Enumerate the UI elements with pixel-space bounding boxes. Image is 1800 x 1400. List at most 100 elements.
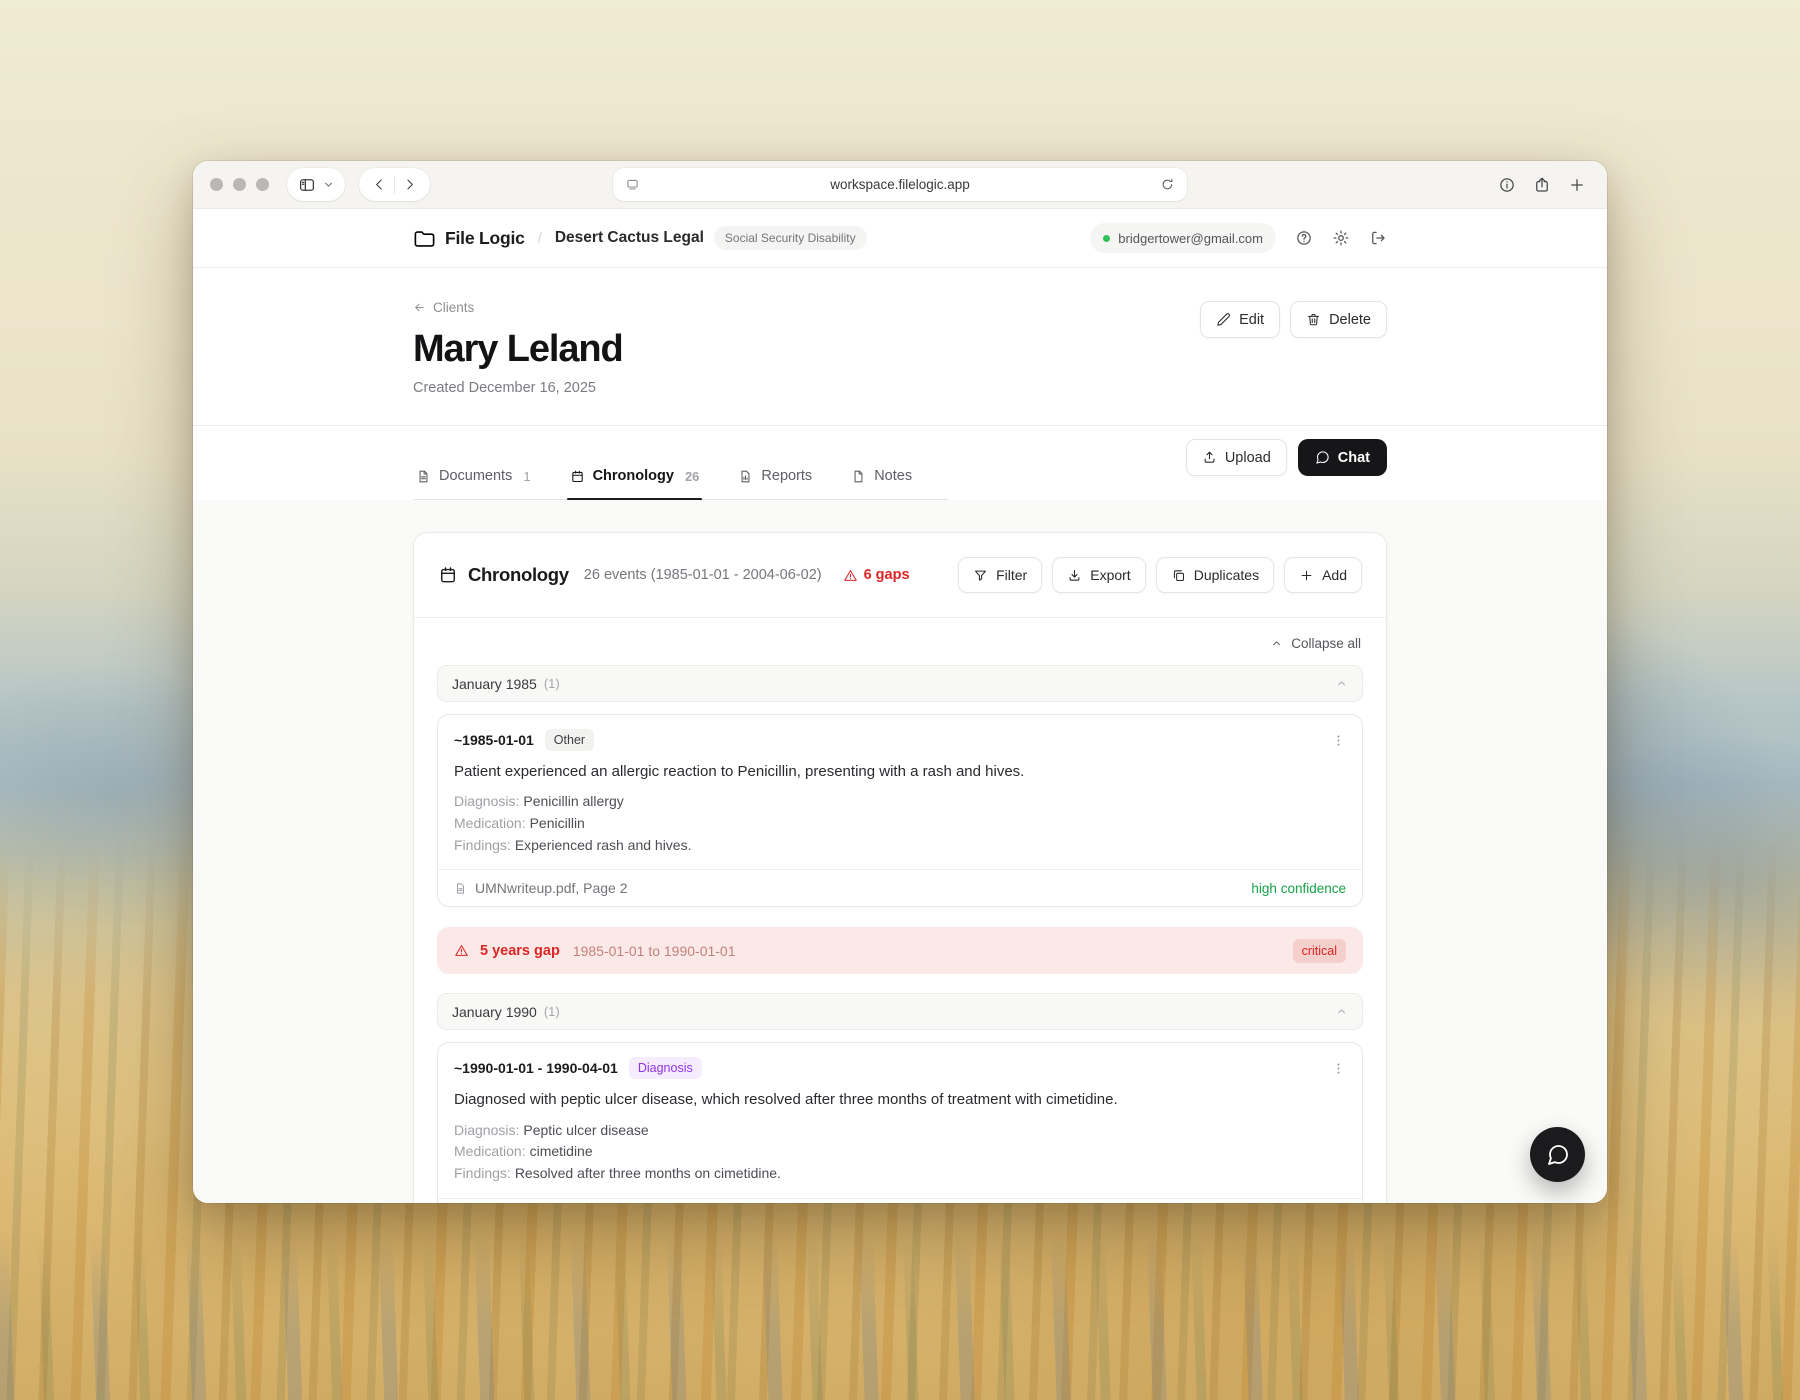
wallpaper-field-bottom xyxy=(0,1232,1800,1400)
tabs-bar: Documents 1 Chronology 26 Reports xyxy=(193,426,1607,500)
filter-button-label: Filter xyxy=(996,567,1027,583)
file-icon xyxy=(851,469,866,484)
tab-chronology-label: Chronology xyxy=(593,468,674,484)
tab-documents-count: 1 xyxy=(523,469,530,484)
sidebar-toggle-button[interactable] xyxy=(287,168,345,201)
chevron-up-icon xyxy=(1270,637,1283,650)
field-value: Peptic ulcer disease xyxy=(523,1122,648,1138)
back-to-clients-link[interactable]: Clients xyxy=(413,300,474,315)
group-label: January 1985 xyxy=(452,676,537,692)
panel-meta: 26 events (1985-01-01 - 2004-06-02) xyxy=(584,567,822,583)
warning-triangle-icon xyxy=(843,568,858,583)
reload-icon[interactable] xyxy=(1160,177,1175,192)
upload-icon xyxy=(1202,450,1217,465)
field-value: Penicillin xyxy=(530,815,585,831)
client-header: Clients Mary Leland Created December 16,… xyxy=(193,268,1607,426)
gap-alert[interactable]: 5 years gap 1985-01-01 to 1990-01-01 cri… xyxy=(437,927,1363,974)
duplicates-button[interactable]: Duplicates xyxy=(1156,557,1274,593)
upload-button-label: Upload xyxy=(1225,450,1271,466)
filter-button[interactable]: Filter xyxy=(958,557,1042,593)
tab-documents-label: Documents xyxy=(439,468,512,484)
download-icon xyxy=(1067,568,1082,583)
main-content: Chronology 26 events (1985-01-01 - 2004-… xyxy=(193,500,1607,1203)
event-type-badge: Diagnosis xyxy=(629,1057,702,1079)
settings-button[interactable] xyxy=(1332,229,1350,247)
event-field: Findings:Resolved after three months on … xyxy=(454,1163,1346,1185)
chronology-panel-header: Chronology 26 events (1985-01-01 - 2004-… xyxy=(414,533,1386,618)
chat-bubble-icon xyxy=(1315,450,1330,465)
window-controls xyxy=(210,178,269,191)
event-card: ~1990-01-01 - 1990-04-01 Diagnosis Diagn… xyxy=(437,1042,1363,1203)
group-count: (1) xyxy=(544,1004,560,1019)
app-logo[interactable]: File Logic xyxy=(413,227,525,250)
group-header-jan-1985[interactable]: January 1985 (1) xyxy=(437,665,1363,702)
gap-range: 1985-01-01 to 1990-01-01 xyxy=(573,943,736,959)
history-nav xyxy=(359,168,430,201)
chronology-panel: Chronology 26 events (1985-01-01 - 2004-… xyxy=(413,532,1387,1203)
calendar-icon xyxy=(438,565,458,585)
field-label: Findings: xyxy=(454,837,511,853)
add-button[interactable]: Add xyxy=(1284,557,1362,593)
confidence-badge: high confidence xyxy=(1251,881,1346,896)
back-button[interactable] xyxy=(365,168,394,201)
page-settings-icon[interactable] xyxy=(625,177,640,192)
field-label: Medication: xyxy=(454,1143,526,1159)
address-bar[interactable]: workspace.filelogic.app xyxy=(613,168,1187,201)
event-menu-button[interactable] xyxy=(1331,1061,1346,1076)
plus-icon xyxy=(1299,568,1314,583)
share-button[interactable] xyxy=(1533,176,1551,194)
workspace-badge: Social Security Disability xyxy=(714,226,867,250)
copy-icon xyxy=(1171,568,1186,583)
zoom-window-button[interactable] xyxy=(256,178,269,191)
event-type-badge: Other xyxy=(545,729,594,751)
gap-title: 5 years gap xyxy=(480,943,560,959)
arrow-left-icon xyxy=(413,301,426,314)
tab-documents[interactable]: Documents 1 xyxy=(413,468,534,499)
duplicates-button-label: Duplicates xyxy=(1194,567,1259,583)
delete-button-label: Delete xyxy=(1329,312,1371,328)
export-button-label: Export xyxy=(1090,567,1130,583)
gaps-label: 6 gaps xyxy=(864,567,910,583)
edit-button-label: Edit xyxy=(1239,312,1264,328)
calendar-icon xyxy=(570,469,585,484)
tab-strip: Documents 1 Chronology 26 Reports xyxy=(413,468,948,500)
breadcrumb-separator: / xyxy=(538,230,542,247)
tab-reports[interactable]: Reports xyxy=(735,468,815,499)
workspace-name[interactable]: Desert Cactus Legal xyxy=(555,229,704,247)
chat-button[interactable]: Chat xyxy=(1298,439,1387,476)
gaps-indicator[interactable]: 6 gaps xyxy=(843,567,910,583)
event-summary: Patient experienced an allergic reaction… xyxy=(454,762,1346,782)
info-button[interactable] xyxy=(1498,176,1516,194)
event-field: Medication:cimetidine xyxy=(454,1141,1346,1163)
upload-button[interactable]: Upload xyxy=(1186,439,1287,476)
group-header-jan-1990[interactable]: January 1990 (1) xyxy=(437,993,1363,1030)
close-window-button[interactable] xyxy=(210,178,223,191)
app-header: File Logic / Desert Cactus Legal Social … xyxy=(193,209,1607,268)
minimize-window-button[interactable] xyxy=(233,178,246,191)
event-menu-button[interactable] xyxy=(1331,733,1346,748)
forward-button[interactable] xyxy=(395,168,424,201)
delete-button[interactable]: Delete xyxy=(1290,301,1387,338)
account-pill[interactable]: bridgertower@gmail.com xyxy=(1090,223,1276,253)
logout-button[interactable] xyxy=(1369,229,1387,247)
add-button-label: Add xyxy=(1322,567,1347,583)
chat-fab[interactable] xyxy=(1530,1127,1585,1182)
source-document-link[interactable]: UMNwriteup.pdf, Page 2 xyxy=(475,880,628,896)
collapse-all-button[interactable]: Collapse all xyxy=(1270,636,1361,651)
tab-chronology[interactable]: Chronology 26 xyxy=(567,468,703,499)
file-chart-icon xyxy=(738,469,753,484)
tab-notes[interactable]: Notes xyxy=(848,468,915,499)
chevron-up-icon[interactable] xyxy=(1335,1005,1348,1018)
chevron-up-icon[interactable] xyxy=(1335,677,1348,690)
file-text-icon xyxy=(416,469,431,484)
created-date: Created December 16, 2025 xyxy=(413,380,1387,396)
sidebar-icon xyxy=(298,176,316,194)
help-button[interactable] xyxy=(1295,229,1313,247)
event-field: Findings:Experienced rash and hives. xyxy=(454,835,1346,857)
export-button[interactable]: Export xyxy=(1052,557,1145,593)
edit-button[interactable]: Edit xyxy=(1200,301,1280,338)
new-tab-button[interactable] xyxy=(1568,176,1586,194)
back-link-label: Clients xyxy=(433,300,474,315)
document-icon xyxy=(454,882,467,895)
trash-icon xyxy=(1306,312,1321,327)
